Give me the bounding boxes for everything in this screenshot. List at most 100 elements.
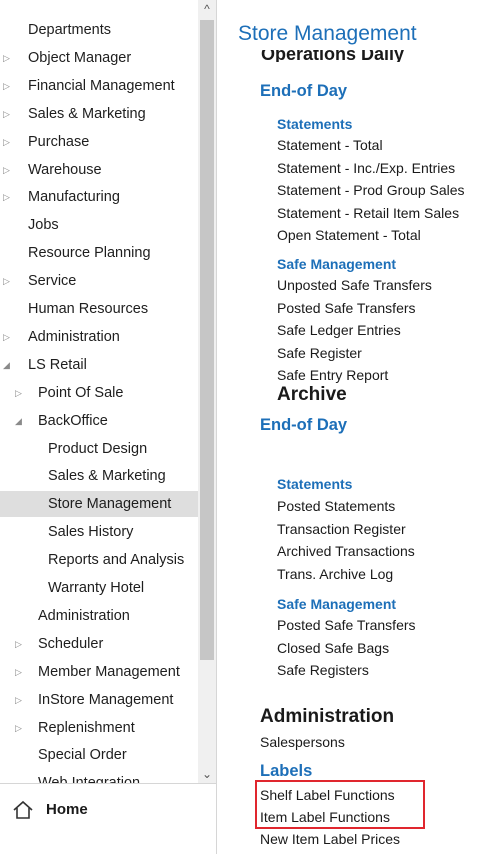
expand-arrow-icon[interactable]: ▷: [15, 631, 22, 657]
expand-arrow-icon[interactable]: ▷: [15, 380, 22, 406]
nav-item[interactable]: ◢ BackOffice: [0, 408, 198, 434]
nav-item[interactable]: ▷ Replenishment: [0, 715, 198, 741]
expand-arrow-icon[interactable]: ▷: [3, 45, 10, 71]
nav-item-label: Reports and Analysis: [48, 552, 185, 569]
menu-link[interactable]: Archived Transactions: [277, 542, 415, 560]
nav-item[interactable]: ▷ Member Management: [0, 659, 198, 685]
menu-link[interactable]: Salespersons: [260, 733, 345, 751]
scroll-up-arrow-icon[interactable]: ^: [198, 0, 216, 18]
nav-item[interactable]: ▷ Service: [0, 268, 198, 294]
nav-item-label: Administration: [28, 328, 120, 345]
nav-item[interactable]: ▷ Sales & Marketing: [0, 101, 198, 127]
nav-item[interactable]: Sales History: [0, 519, 198, 545]
section-heading-administration: Administration: [260, 706, 395, 727]
nav-item-label: Replenishment: [38, 719, 135, 736]
group-heading-archive-end-of-day: End-of Day: [260, 416, 348, 434]
nav-item[interactable]: Product Design: [0, 436, 198, 462]
collapse-arrow-icon[interactable]: ◢: [15, 408, 22, 434]
nav-item-label: Store Management: [48, 496, 172, 513]
nav-item[interactable]: ▷ Point Of Sale: [0, 380, 198, 406]
section-heading-archive: Archive: [277, 384, 347, 405]
home-icon: [13, 800, 33, 819]
nav-item[interactable]: ◢ LS Retail: [0, 352, 198, 378]
nav-item-label: Sales & Marketing: [28, 105, 146, 122]
nav-item[interactable]: ▷ Manufacturing: [0, 184, 198, 210]
menu-link[interactable]: Statement - Total: [277, 136, 383, 154]
nav-item-label: Resource Planning: [28, 245, 151, 262]
nav-item[interactable]: ▷ Administration: [0, 324, 198, 350]
expand-arrow-icon[interactable]: ▷: [3, 268, 10, 294]
expand-arrow-icon[interactable]: ▷: [3, 324, 10, 350]
nav-item-label: Manufacturing: [28, 189, 120, 206]
nav-item[interactable]: Store Management: [0, 491, 198, 518]
nav-item-label: Sales & Marketing: [48, 468, 166, 485]
clipped-section-heading: Operations Daily: [261, 50, 405, 62]
nav-item[interactable]: Special Order: [0, 742, 198, 768]
expand-arrow-icon[interactable]: ▷: [15, 687, 22, 713]
menu-link[interactable]: Posted Safe Transfers: [277, 616, 416, 634]
menu-link[interactable]: Posted Safe Transfers: [277, 299, 416, 317]
nav-item-label: Warehouse: [28, 161, 102, 178]
nav-item-label: Product Design: [48, 440, 148, 457]
content-pane: Store Management Operations Daily End-of…: [217, 0, 492, 854]
expand-arrow-icon[interactable]: ▷: [3, 73, 10, 99]
menu-link[interactable]: Statement - Prod Group Sales: [277, 181, 465, 199]
subgroup-heading-safe-management: Safe Management: [277, 256, 397, 272]
home-button[interactable]: Home: [8, 794, 128, 826]
nav-item[interactable]: Warranty Hotel: [0, 575, 198, 601]
expand-arrow-icon[interactable]: ▷: [15, 659, 22, 685]
nav-item[interactable]: ▷ Purchase: [0, 129, 198, 155]
expand-arrow-icon[interactable]: ▷: [3, 101, 10, 127]
nav-item[interactable]: Departments: [0, 17, 198, 43]
nav-item-label: InStore Management: [38, 691, 174, 708]
subgroup-heading-archive-safe-management: Safe Management: [277, 596, 397, 612]
menu-link[interactable]: Safe Registers: [277, 661, 369, 679]
nav-item[interactable]: ▷ InStore Management: [0, 687, 198, 713]
expand-arrow-icon[interactable]: ▷: [3, 129, 10, 155]
menu-link[interactable]: Safe Entry Report: [277, 366, 388, 384]
nav-item-label: Special Order: [38, 747, 127, 764]
menu-link[interactable]: Statement - Retail Item Sales: [277, 204, 459, 222]
menu-link[interactable]: Closed Safe Bags: [277, 639, 389, 657]
nav-item-label: Point Of Sale: [38, 384, 124, 401]
nav-item-label: Object Manager: [28, 49, 132, 66]
menu-link[interactable]: Open Statement - Total: [277, 226, 421, 244]
nav-item-label: Jobs: [28, 217, 59, 234]
menu-link[interactable]: Safe Register: [277, 344, 362, 362]
group-heading-labels: Labels: [260, 762, 313, 780]
nav-item-label: Scheduler: [38, 635, 104, 652]
expand-arrow-icon[interactable]: ▷: [3, 184, 10, 210]
nav-item[interactable]: ▷ Financial Management: [0, 73, 198, 99]
page-title: Store Management: [238, 22, 417, 45]
menu-link[interactable]: Statement - Inc./Exp. Entries: [277, 159, 455, 177]
menu-link[interactable]: Safe Ledger Entries: [277, 321, 401, 339]
menu-link[interactable]: Posted Statements: [277, 497, 395, 515]
expand-arrow-icon[interactable]: ▷: [3, 157, 10, 183]
scroll-thumb[interactable]: [200, 20, 214, 660]
nav-item-label: Member Management: [38, 663, 180, 680]
nav-item[interactable]: Resource Planning: [0, 240, 198, 266]
home-bar: Home: [0, 783, 216, 854]
nav-scrollbar[interactable]: ^ ⌄: [198, 0, 216, 783]
nav-item[interactable]: Sales & Marketing: [0, 463, 198, 489]
nav-item[interactable]: ▷ Warehouse: [0, 157, 198, 183]
nav-item[interactable]: ▷ Scheduler: [0, 631, 198, 657]
subgroup-heading-statements: Statements: [277, 116, 353, 132]
nav-item[interactable]: Reports and Analysis: [0, 547, 198, 573]
nav-item-label: Human Resources: [28, 301, 149, 317]
home-label: Home: [46, 801, 88, 818]
menu-link[interactable]: New Item Label Prices: [260, 830, 400, 848]
collapse-arrow-icon[interactable]: ◢: [3, 352, 10, 378]
expand-arrow-icon[interactable]: ▷: [15, 715, 22, 741]
nav-item-label: Departments: [28, 22, 112, 38]
menu-link[interactable]: Unposted Safe Transfers: [277, 276, 432, 294]
menu-link[interactable]: Trans. Archive Log: [277, 565, 393, 583]
nav-item-label: BackOffice: [38, 412, 108, 429]
group-heading-end-of-day: End-of Day: [260, 82, 348, 100]
nav-item[interactable]: Jobs: [0, 212, 198, 238]
scroll-down-arrow-icon[interactable]: ⌄: [198, 765, 216, 783]
nav-item[interactable]: ▷ Object Manager: [0, 45, 198, 71]
nav-item[interactable]: Human Resources: [0, 296, 198, 322]
nav-item[interactable]: Administration: [0, 603, 198, 629]
menu-link[interactable]: Transaction Register: [277, 520, 406, 538]
